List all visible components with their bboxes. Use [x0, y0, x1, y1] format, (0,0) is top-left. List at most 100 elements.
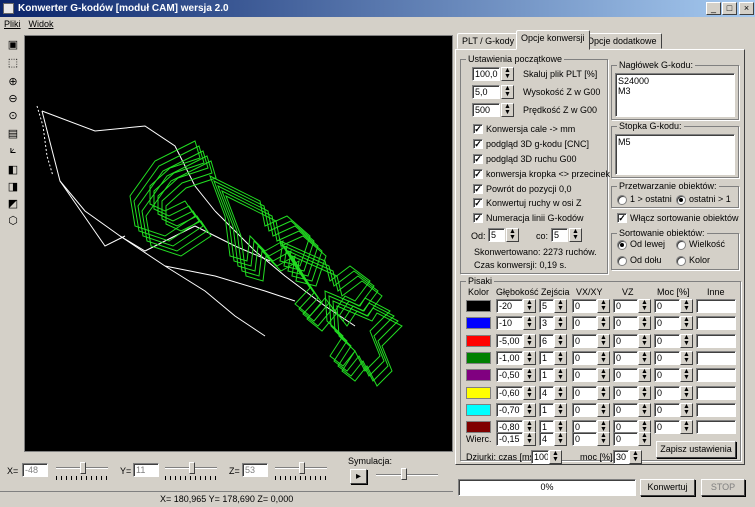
- pen-other-field[interactable]: [696, 403, 736, 417]
- sort-from-left-radio[interactable]: [617, 240, 627, 250]
- pen-depth-spinner[interactable]: [523, 299, 536, 313]
- close-button[interactable]: ×: [739, 2, 754, 15]
- pen-passes-field[interactable]: 1: [539, 368, 554, 382]
- screen-icon[interactable]: ▤: [5, 127, 21, 142]
- drill-passes-field[interactable]: 4: [539, 432, 554, 446]
- pen-passes-field[interactable]: 1: [539, 403, 554, 417]
- minimize-button[interactable]: _: [706, 2, 721, 15]
- pen-vxy-field[interactable]: 0: [572, 403, 597, 417]
- inch-to-mm-checkbox[interactable]: ✓: [473, 124, 483, 134]
- pen-other-field[interactable]: [696, 334, 736, 348]
- pen-vxy-field[interactable]: 0: [572, 334, 597, 348]
- x-rotation-field[interactable]: -48: [22, 463, 48, 477]
- drill-depth-field[interactable]: -0,15: [496, 432, 523, 446]
- pen-vz-field[interactable]: 0: [613, 299, 638, 313]
- zoom-out-icon[interactable]: ⊖: [5, 92, 21, 107]
- drill-depth-spinner[interactable]: [523, 432, 536, 446]
- tab-additional-options[interactable]: Opcje dodatkowe: [582, 33, 662, 49]
- pen-power-field[interactable]: 0: [654, 316, 680, 330]
- pen-passes-spinner[interactable]: [554, 386, 567, 400]
- pen-vz-spinner[interactable]: [638, 351, 651, 365]
- pen-depth-field[interactable]: -1,00: [496, 351, 523, 365]
- pen-power-spinner[interactable]: [680, 403, 693, 417]
- pen-color-swatch[interactable]: [466, 352, 491, 364]
- pen-passes-field[interactable]: 3: [539, 316, 554, 330]
- tab-plt-gcodes[interactable]: PLT / G-kody: [457, 33, 520, 49]
- zoom-in-icon[interactable]: ⊕: [5, 75, 21, 90]
- pen-power-spinner[interactable]: [680, 420, 693, 434]
- pen-depth-spinner[interactable]: [523, 316, 536, 330]
- pen-depth-spinner[interactable]: [523, 368, 536, 382]
- pen-passes-spinner[interactable]: [554, 334, 567, 348]
- line-numbering-checkbox[interactable]: ✓: [473, 213, 483, 223]
- pen-vxy-spinner[interactable]: [597, 316, 610, 330]
- gcode-header-textarea[interactable]: S24000 M3: [615, 73, 735, 117]
- pen-vz-field[interactable]: 0: [613, 351, 638, 365]
- pen-other-field[interactable]: [696, 351, 736, 365]
- pen-vxy-field[interactable]: 0: [572, 351, 597, 365]
- x-slider-thumb[interactable]: [80, 462, 86, 474]
- drill-vxy-field[interactable]: 0: [572, 432, 597, 446]
- drill-vz-spinner[interactable]: [638, 432, 651, 446]
- pen-passes-field[interactable]: 4: [539, 386, 554, 400]
- speed-spinner[interactable]: [501, 103, 514, 117]
- pen-power-field[interactable]: 0: [654, 420, 680, 434]
- pen-passes-field[interactable]: 6: [539, 334, 554, 348]
- pen-depth-field[interactable]: -10: [496, 316, 523, 330]
- scale-field[interactable]: 100,0: [472, 67, 500, 81]
- pen-vxy-spinner[interactable]: [597, 299, 610, 313]
- y-slider-thumb[interactable]: [189, 462, 195, 474]
- pen-vz-field[interactable]: 0: [613, 334, 638, 348]
- pen-other-field[interactable]: [696, 420, 736, 434]
- pen-color-swatch[interactable]: [466, 387, 491, 399]
- play-simulation-button[interactable]: ▸: [350, 469, 367, 484]
- pen-power-spinner[interactable]: [680, 386, 693, 400]
- pen-other-field[interactable]: [696, 386, 736, 400]
- pen-vxy-spinner[interactable]: [597, 334, 610, 348]
- pen-vz-spinner[interactable]: [638, 403, 651, 417]
- pen-power-spinner[interactable]: [680, 334, 693, 348]
- pen-vz-spinner[interactable]: [638, 316, 651, 330]
- y-rotation-field[interactable]: 11: [133, 463, 159, 477]
- pen-vz-field[interactable]: 0: [613, 386, 638, 400]
- cube-top-icon[interactable]: ◩: [5, 197, 21, 212]
- pen-depth-spinner[interactable]: [523, 334, 536, 348]
- pen-vxy-field[interactable]: 0: [572, 316, 597, 330]
- pen-color-swatch[interactable]: [466, 335, 491, 347]
- drill-power-spinner[interactable]: [629, 450, 642, 464]
- pen-power-field[interactable]: 0: [654, 299, 680, 313]
- menu-widok[interactable]: Widok: [25, 17, 58, 31]
- step-number-spinner[interactable]: [569, 228, 582, 242]
- pen-other-field[interactable]: [696, 368, 736, 382]
- pen-passes-spinner[interactable]: [554, 351, 567, 365]
- pen-vxy-spinner[interactable]: [597, 351, 610, 365]
- pen-depth-spinner[interactable]: [523, 386, 536, 400]
- pen-vz-spinner[interactable]: [638, 386, 651, 400]
- process-first-to-last-radio[interactable]: [617, 195, 627, 205]
- cube-front-icon[interactable]: ◧: [5, 163, 21, 178]
- preview-g00-checkbox[interactable]: ✓: [473, 154, 483, 164]
- pen-vxy-field[interactable]: 0: [572, 386, 597, 400]
- pen-vz-field[interactable]: 0: [613, 316, 638, 330]
- height-field[interactable]: 5,0: [472, 85, 500, 99]
- pen-depth-field[interactable]: -20: [496, 299, 523, 313]
- pen-vz-spinner[interactable]: [638, 299, 651, 313]
- pen-passes-field[interactable]: 1: [539, 351, 554, 365]
- gcode-footer-textarea[interactable]: M5: [615, 134, 735, 175]
- pen-vxy-spinner[interactable]: [597, 403, 610, 417]
- enable-sorting-checkbox[interactable]: ✓: [617, 213, 627, 223]
- pen-vz-spinner[interactable]: [638, 368, 651, 382]
- pen-power-spinner[interactable]: [680, 299, 693, 313]
- pen-power-spinner[interactable]: [680, 351, 693, 365]
- pen-depth-spinner[interactable]: [523, 351, 536, 365]
- drill-passes-spinner[interactable]: [554, 432, 567, 446]
- simulation-slider-thumb[interactable]: [401, 468, 407, 480]
- pen-color-swatch[interactable]: [466, 317, 491, 329]
- select-region-icon[interactable]: ⬚: [5, 56, 21, 71]
- 3d-preview-viewport[interactable]: [24, 35, 453, 452]
- pen-other-field[interactable]: [696, 299, 736, 313]
- pen-passes-spinner[interactable]: [554, 299, 567, 313]
- height-spinner[interactable]: [501, 85, 514, 99]
- cube-iso-icon[interactable]: ⬡: [5, 214, 21, 229]
- start-number-spinner[interactable]: [506, 228, 519, 242]
